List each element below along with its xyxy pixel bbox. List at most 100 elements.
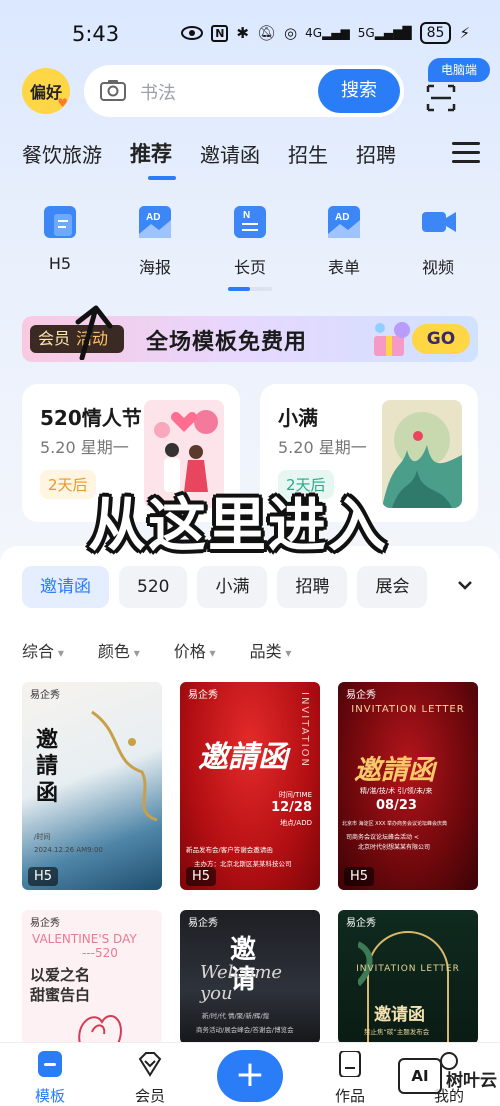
template-header: INVITATION LETTER: [356, 964, 460, 974]
hotspot-icon: ◎: [284, 24, 298, 42]
template-time-label: 时间/TIME: [278, 791, 312, 799]
tab-recommend[interactable]: 推荐: [130, 138, 172, 168]
template-title: 邀请函: [374, 1005, 425, 1025]
search-input[interactable]: 书法: [140, 79, 176, 105]
long-page-icon: N: [234, 206, 266, 238]
type-scroll-indicator: [228, 287, 272, 291]
rose-sketch-icon: [78, 1015, 122, 1044]
template-card[interactable]: 易企秀 INVITATION LETTER 邀請函 精/湛/技/术 引/领/未/…: [338, 682, 478, 890]
signal-5g-icon: 5G▂▄▆█: [357, 26, 412, 40]
festival-title: 小满: [278, 406, 318, 430]
template-subtitle: 新/时/代 情/聚/新/辉/煌: [202, 1012, 270, 1020]
chevron-down-icon[interactable]: [456, 576, 474, 594]
template-logo: 易企秀: [346, 690, 376, 701]
mute-icon: 🔕︎: [257, 24, 277, 42]
network-label: 4G: [305, 26, 323, 40]
status-bar: 5:43 N ✱ 🔕︎ ◎ 4G▂▄▆ 5G▂▄▆█ 85 ⚡: [0, 0, 500, 66]
diamond-icon: [138, 1052, 162, 1077]
template-logo: 易企秀: [30, 918, 60, 929]
template-title: 邀 請 函: [36, 728, 59, 806]
type-label: 表单: [327, 258, 360, 277]
festival-date: 5.20 星期一: [40, 438, 129, 457]
poster-icon: AD: [139, 206, 171, 238]
template-title: 以爱之名 甜蜜告白: [30, 966, 91, 1004]
template-date: 2024.12.26 AM9:00: [34, 846, 103, 854]
template-card[interactable]: 易企秀 VALENTINE'S DAY ---520 以爱之名 甜蜜告白: [22, 910, 162, 1044]
tab-invitation[interactable]: 邀请函: [200, 139, 260, 168]
nav-works[interactable]: 作品: [315, 1050, 385, 1106]
chip-exhibition[interactable]: 展会: [357, 566, 428, 608]
go-button[interactable]: GO: [412, 324, 470, 354]
nav-vip[interactable]: 会员: [115, 1051, 185, 1106]
camera-icon[interactable]: [100, 79, 126, 101]
menu-icon[interactable]: [452, 142, 480, 164]
watermark-text: 树叶云: [446, 1071, 497, 1091]
template-card[interactable]: 易企秀 邀 請 函 /时间 2024.12.26 AM9:00 H5: [22, 682, 162, 890]
type-label: 长页: [233, 258, 266, 277]
template-date: 12/28: [271, 800, 312, 815]
vip-label: 会员: [38, 329, 71, 348]
type-video[interactable]: 视频: [408, 206, 468, 278]
type-long-page[interactable]: N 长页: [220, 206, 280, 278]
template-card[interactable]: 易企秀 邀 请 Welcome you 新/时/代 情/聚/新/辉/煌 商务活动…: [180, 910, 320, 1044]
chip-recruitment[interactable]: 招聘: [277, 566, 348, 608]
filter-price[interactable]: 价格: [174, 638, 216, 662]
heart-icon: ♥: [57, 96, 68, 110]
template-header2: ---520: [82, 946, 118, 960]
template-title: 邀請函: [198, 740, 288, 775]
svg-text:N: N: [243, 210, 250, 221]
template-card[interactable]: 易企秀 INVITATION 邀請函 时间/TIME 12/28 地点/ADD …: [180, 682, 320, 890]
battery-icon: 85: [419, 22, 452, 44]
tab-enrollment[interactable]: 招生: [288, 139, 328, 168]
filter-color[interactable]: 颜色: [98, 638, 140, 662]
template-date: 08/23: [376, 798, 417, 813]
template-subtitle: 新品发布会/客户答谢会邀请函: [186, 846, 273, 854]
tab-catering-travel[interactable]: 餐饮旅游: [22, 139, 102, 168]
template-script: Welcome you: [200, 962, 283, 1004]
template-time-label: /时间: [34, 833, 51, 841]
watermark-ai-logo: AI: [398, 1058, 442, 1094]
status-icons: N ✱ 🔕︎ ◎ 4G▂▄▆ 5G▂▄▆█ 85 ⚡: [181, 22, 470, 44]
gold-splash-decoration: [91, 710, 158, 822]
watermark: AI 树叶云: [398, 1058, 498, 1098]
preference-button[interactable]: 偏好 ♥: [22, 68, 70, 114]
filter-overall[interactable]: 综合: [22, 638, 64, 662]
chip-520[interactable]: 520: [119, 566, 188, 608]
template-card[interactable]: 易企秀 INVITATION LETTER 邀请函 禁止焦“碳”主题发布会: [338, 910, 478, 1044]
template-subtitle: 禁止焦“碳”主题发布会: [364, 1028, 430, 1036]
template-logo: 易企秀: [188, 918, 218, 929]
template-title: 邀請函: [354, 755, 435, 786]
template-tab-icon: [38, 1051, 62, 1077]
type-poster[interactable]: AD 海报: [125, 206, 185, 278]
search-button[interactable]: 搜索: [318, 69, 400, 113]
arrow-up-annotation-icon: [75, 305, 113, 360]
chip-invitation[interactable]: 邀请函: [22, 566, 109, 608]
scan-icon[interactable]: [418, 76, 464, 116]
bluetooth-icon: ✱: [236, 24, 249, 42]
works-doc-icon: [339, 1050, 361, 1078]
category-tabs: 餐饮旅游 推荐 邀请函 招生 招聘: [22, 138, 424, 168]
template-logo: 易企秀: [30, 690, 60, 701]
h5-badge: H5: [186, 867, 217, 886]
xiaoman-thumbnail: [382, 400, 462, 508]
svg-text:AD: AD: [146, 212, 160, 223]
template-line2: 司商务会议论坛峰会活动 <: [346, 834, 419, 841]
create-plus-button[interactable]: +: [217, 1050, 283, 1102]
type-form[interactable]: AD 表单: [314, 206, 374, 278]
type-label: H5: [48, 254, 72, 273]
type-label: 海报: [138, 258, 171, 277]
template-subtitle: 精/湛/技/术 引/领/未/来: [360, 787, 433, 795]
tab-recruitment[interactable]: 招聘: [356, 139, 396, 168]
charging-icon: ⚡: [459, 24, 470, 42]
nav-label: 模板: [34, 1087, 65, 1105]
banner-text: 全场模板免费用: [146, 330, 308, 355]
chip-xiaoman[interactable]: 小满: [197, 566, 268, 608]
nav-templates[interactable]: 模板: [15, 1051, 85, 1106]
filter-category[interactable]: 品类: [250, 638, 292, 662]
type-h5[interactable]: H5: [30, 206, 90, 273]
video-camera-icon: [422, 206, 456, 238]
search-bar[interactable]: 书法 搜索: [84, 65, 404, 117]
template-line1: 北京市 海淀区 XXX 举办商务会议论坛峰会庆典: [342, 821, 448, 827]
template-logo: 易企秀: [188, 690, 218, 701]
h5-badge: H5: [28, 867, 59, 886]
